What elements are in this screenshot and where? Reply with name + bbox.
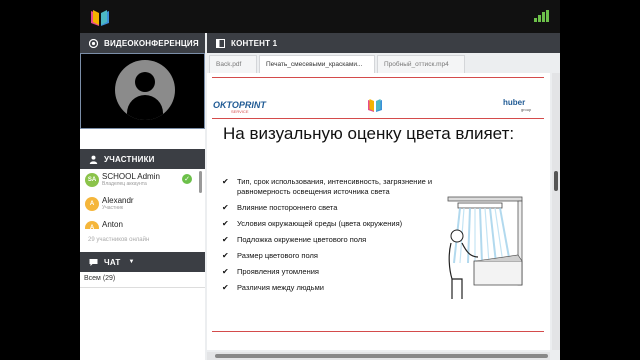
huber-logo-text: huber (503, 98, 526, 107)
bullet-text: Проявления утомления (237, 266, 319, 276)
huber-group-logo: huber group (503, 98, 531, 112)
participant-item[interactable]: SA SCHOOL Admin Владелец аккаунта ✓ (80, 169, 205, 193)
book-logo-icon (368, 99, 382, 112)
chat-bubble-icon (88, 257, 98, 267)
slide-bottom-rule (212, 331, 544, 332)
chat-divider (80, 287, 205, 288)
checkmark-icon: ✔ (222, 266, 229, 276)
huber-logo-subtext: group (521, 107, 532, 112)
participant-item[interactable]: A Anton (80, 217, 205, 229)
participant-name: Alexandr (102, 196, 134, 205)
content-section-title: КОНТЕНТ 1 (231, 38, 278, 48)
participants-list[interactable]: SA SCHOOL Admin Владелец аккаунта ✓ A Al… (80, 169, 205, 229)
slide-top-rule (212, 77, 544, 78)
bullet-text: Тип, срок использования, интенсивность, … (237, 177, 433, 196)
tab-back-pdf[interactable]: Back.pdf (209, 55, 257, 73)
participant-avatar: A (85, 221, 99, 229)
slide-bullet-list: ✔ Тип, срок использования, интенсивность,… (219, 177, 465, 298)
bullet-item: ✔ Размер цветового поля (219, 251, 465, 261)
participant-name: Anton (102, 220, 123, 229)
bullet-item: ✔ Тип, срок использования, интенсивность,… (219, 177, 465, 196)
checkmark-icon: ✔ (222, 177, 229, 186)
slide-vertical-scrollbar[interactable] (552, 73, 560, 350)
participants-count: 29 участников онлайн (88, 237, 150, 243)
bullet-item: ✔ Условия окружающей среды (цвета окружен… (219, 219, 465, 229)
conference-app: ВИДЕОКОНФЕРЕНЦИЯ УЧАСТНИКИ SA SCHOOL Adm… (80, 0, 560, 360)
participants-scrollbar[interactable] (199, 171, 202, 193)
presentation-slide: OKTOPRINT SERVICE huber group На визуаль… (207, 73, 550, 350)
slide-viewer: OKTOPRINT SERVICE huber group На визуаль… (207, 73, 560, 360)
checkmark-icon: ✔ (222, 218, 229, 228)
document-tabs: Back.pdf Печать_смесевыми_красками... Пр… (207, 53, 560, 73)
bullet-text: Влияние постороннего света (237, 202, 338, 212)
app-logo-icon (91, 10, 109, 26)
chat-header-wrap: ЧАТ ▼ (80, 252, 205, 272)
slide-horizontal-scrollbar[interactable] (207, 352, 550, 360)
participants-section-title: УЧАСТНИКИ (104, 154, 155, 164)
content-panel: КОНТЕНТ 1 Back.pdf Печать_смесевыми_крас… (207, 33, 560, 360)
slide-header-rule (212, 118, 544, 119)
checkmark-icon: ✔ (222, 202, 229, 212)
bullet-text: Подложка окружение цветового поля (237, 234, 367, 244)
horizontal-scroll-thumb[interactable] (215, 354, 548, 358)
viewing-booth-illustration (447, 196, 523, 299)
participant-role: Участник (102, 205, 124, 211)
bullet-item: ✔ Влияние постороннего света (219, 203, 465, 213)
bullet-text: Условия окружающей среды (цвета окружени… (237, 218, 403, 228)
tab-print-mixed-inks[interactable]: Печать_смесевыми_красками... (259, 55, 375, 73)
checkmark-icon: ✔ (222, 234, 229, 244)
oktoprint-logo: OKTOPRINT SERVICE (213, 100, 266, 114)
content-section-header: КОНТЕНТ 1 (207, 33, 560, 53)
bullet-text: Размер цветового поля (237, 250, 318, 260)
panel-toggle-icon[interactable] (215, 38, 225, 48)
chat-tab-everyone[interactable]: Всем (29) (84, 275, 115, 282)
camera-icon (88, 38, 98, 48)
participant-avatar: A (85, 197, 99, 211)
bullet-item: ✔ Различия между людьми (219, 283, 465, 293)
video-section-title: ВИДЕОКОНФЕРЕНЦИЯ (104, 38, 199, 48)
participants-header-wrap: УЧАСТНИКИ (80, 149, 205, 169)
left-panel: ВИДЕОКОНФЕРЕНЦИЯ УЧАСТНИКИ SA SCHOOL Adm… (80, 33, 205, 360)
chat-section-header[interactable]: ЧАТ ▼ (80, 252, 205, 272)
tab-proof-mp4[interactable]: Пробный_оттиск.mp4 (377, 55, 465, 73)
video-section-header[interactable]: ВИДЕОКОНФЕРЕНЦИЯ (80, 33, 205, 53)
vertical-scroll-thumb[interactable] (554, 171, 558, 191)
chat-section-title: ЧАТ (104, 257, 121, 267)
top-bar (80, 0, 560, 33)
connection-signal-icon (534, 10, 550, 22)
verified-check-icon: ✓ (182, 174, 192, 184)
bullet-item: ✔ Подложка окружение цветового поля (219, 235, 465, 245)
video-feed[interactable] (80, 53, 205, 129)
slide-title: На визуальную оценку цвета влияет: (223, 124, 515, 143)
bullet-text: Различия между людьми (237, 282, 324, 292)
bullet-item: ✔ Проявления утомления (219, 267, 465, 277)
participant-item[interactable]: A Alexandr Участник (80, 193, 205, 217)
participants-section-header[interactable]: УЧАСТНИКИ (80, 149, 205, 169)
chevron-down-icon[interactable]: ▼ (129, 259, 135, 265)
checkmark-icon: ✔ (222, 250, 229, 260)
participant-avatar: SA (85, 173, 99, 187)
checkmark-icon: ✔ (222, 282, 229, 292)
person-icon (88, 154, 98, 164)
user-avatar-placeholder-icon (115, 60, 175, 120)
